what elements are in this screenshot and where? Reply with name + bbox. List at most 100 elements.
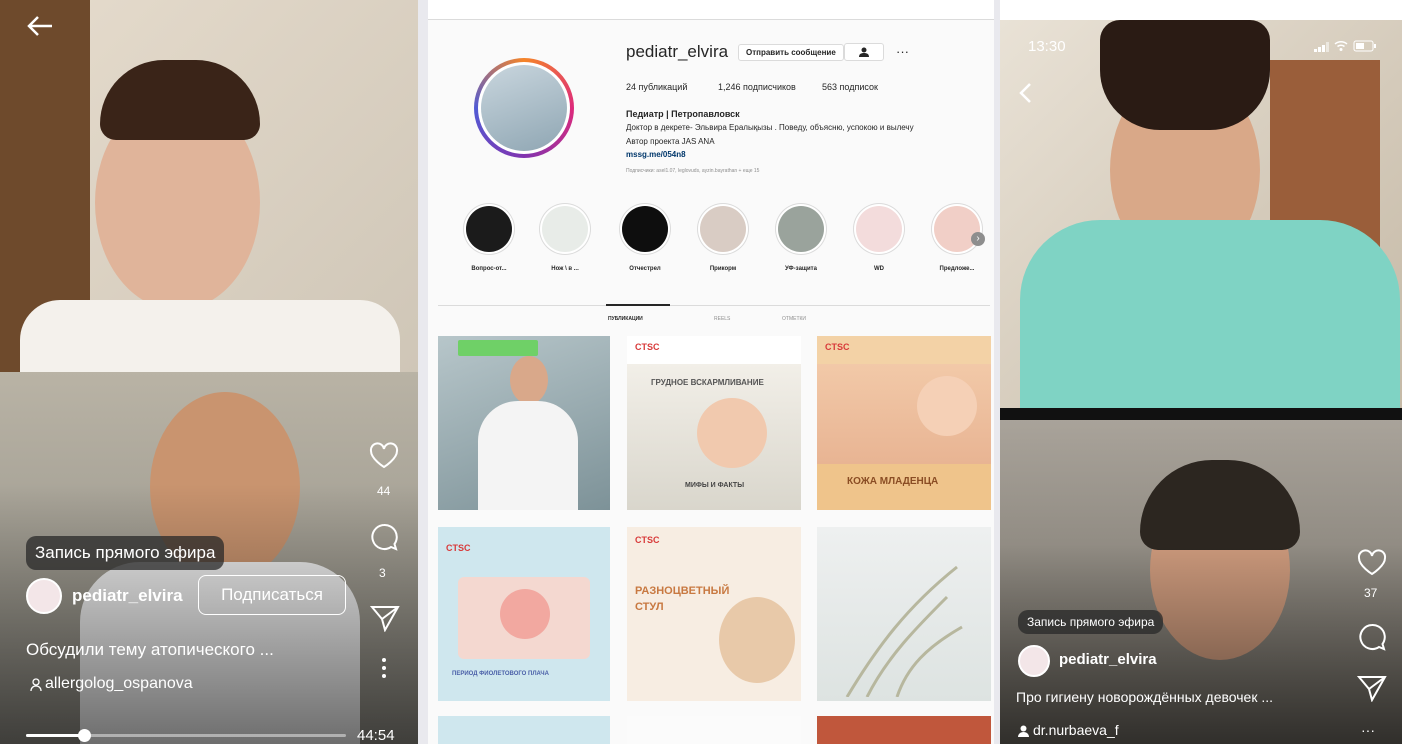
live-replay-badge: Запись прямого эфира (26, 536, 225, 570)
post-tile[interactable]: CTSC КОЖА МЛАДЕНЦА (817, 336, 991, 510)
active-tab-indicator (606, 304, 670, 306)
avatar[interactable] (26, 578, 62, 614)
logo-text: CTSC (635, 342, 660, 352)
more-icon[interactable]: ··· (1361, 722, 1375, 738)
post-tile[interactable] (438, 336, 610, 510)
highlight-label: Прикорм (709, 266, 737, 272)
battery-icon (1353, 40, 1377, 52)
bio-line-2: Автор проекта JAS ANA (626, 137, 715, 146)
highlight-label: WD (874, 266, 884, 272)
bio-link[interactable]: mssg.me/054n8 (626, 150, 686, 159)
logo-text: CTSC (825, 342, 850, 352)
status-clock: 13:30 (1028, 38, 1066, 55)
highlight-label: Отчестрел (629, 266, 661, 272)
host-hair (1100, 20, 1270, 130)
highlight-circle[interactable] (778, 206, 824, 252)
post-caption: ПЕРИОД ФИОЛЕТОВОГО ПЛАЧА (452, 671, 549, 677)
host-hair (100, 60, 260, 140)
like-count: 37 (1364, 586, 1378, 600)
username[interactable]: pediatr_elvira (1059, 651, 1157, 668)
profile-avatar (481, 65, 567, 151)
more-options-icon[interactable]: ··· (896, 44, 909, 59)
tabs-divider (438, 305, 990, 306)
profile-avatar-ring[interactable] (474, 58, 574, 158)
post-caption-2: МИФЫ И ФАКТЫ (685, 482, 745, 489)
wifi-icon (1334, 40, 1348, 52)
followers-count[interactable]: 1,246 подписчиков (718, 82, 796, 92)
guest-hair (1140, 460, 1300, 550)
left-live-replay: Запись прямого эфира pediatr_elvira Подп… (0, 0, 418, 744)
top-strip (1000, 0, 1402, 20)
heart-icon[interactable] (1357, 549, 1387, 576)
person-check-icon (859, 47, 869, 57)
logo-text: CTSC (635, 535, 660, 545)
guest-username[interactable]: dr.nurbaeva_f (1033, 722, 1119, 738)
caption[interactable]: Про гигиену новорождённых девочек ... (1016, 689, 1273, 705)
comment-icon[interactable] (369, 522, 399, 552)
bottom-gradient (1000, 544, 1402, 744)
guest-username[interactable]: allergolog_ospanova (45, 675, 193, 693)
progress-knob[interactable] (77, 729, 91, 742)
profile-username: pediatr_elvira (626, 42, 729, 61)
followed-by[interactable]: Подписчики: asel1.07, leglovuds, ayzin.b… (626, 168, 759, 174)
progress-track[interactable] (26, 729, 346, 742)
post-tile[interactable] (817, 716, 991, 744)
progress-fill (26, 734, 84, 737)
avatar[interactable] (1018, 645, 1050, 677)
heart-icon[interactable] (369, 442, 399, 469)
chevron-right-icon[interactable]: › (971, 232, 985, 246)
more-vertical-icon[interactable] (381, 657, 387, 679)
tab-reels[interactable]: REELS (714, 316, 730, 322)
follow-button[interactable]: Подписаться (198, 575, 346, 615)
caption[interactable]: Обсудили тему атопического ... (26, 640, 274, 660)
back-arrow-icon[interactable] (26, 14, 54, 38)
highlight-circle[interactable] (622, 206, 668, 252)
logo-text: CTSC (446, 543, 471, 553)
person-icon (30, 678, 42, 692)
username[interactable]: pediatr_elvira (72, 586, 183, 606)
like-count: 44 (377, 484, 391, 498)
top-video-frame (0, 0, 418, 372)
follow-status-button[interactable] (844, 43, 884, 61)
post-caption: ГРУДНОЕ ВСКАРМЛИВАНИЕ (651, 378, 764, 387)
comment-count: 3 (379, 566, 386, 580)
highlight-circle[interactable] (934, 206, 980, 252)
tab-posts[interactable]: ПУБЛИКАЦИИ (608, 316, 643, 322)
tab-tagged[interactable]: ОТМЕТКИ (782, 316, 806, 322)
post-tile[interactable] (627, 716, 801, 744)
instagram-profile: pediatr_elvira Отправить сообщение ··· 2… (428, 0, 994, 744)
profile-name: Педиатр | Петропавловск (626, 109, 740, 119)
post-caption: КОЖА МЛАДЕНЦА (847, 476, 939, 487)
highlight-label: Вопрос-от... (471, 266, 507, 272)
highlight-circle[interactable] (856, 206, 902, 252)
back-chevron-icon[interactable] (1018, 82, 1032, 104)
live-replay-badge: Запись прямого эфира (1018, 610, 1164, 634)
share-icon[interactable] (370, 604, 400, 632)
split-divider (1000, 408, 1402, 420)
highlight-label: Нож \ в ... (551, 266, 579, 272)
highlight-label: Предложе... (939, 266, 975, 272)
host-shirt (20, 300, 400, 372)
highlight-circle[interactable] (466, 206, 512, 252)
timestamp: 44:54 (357, 727, 395, 744)
highlight-circle[interactable] (700, 206, 746, 252)
person-icon (1018, 725, 1029, 737)
top-video-frame (1000, 20, 1402, 408)
following-count[interactable]: 563 подписок (822, 82, 878, 92)
post-tile[interactable]: CTSC ПЕРИОД ФИОЛЕТОВОГО ПЛАЧА (438, 527, 610, 701)
host-scrubs (1020, 220, 1400, 408)
post-tile[interactable]: CTSC РАЗНОЦВЕТНЫЙ СТУЛ (627, 527, 801, 701)
bio-line-1: Доктор в декрете- Эльвира Ералықызы . По… (626, 123, 914, 132)
posts-count: 24 публикаций (626, 82, 688, 92)
message-button[interactable]: Отправить сообщение (738, 44, 844, 61)
comment-icon[interactable] (1357, 622, 1387, 652)
share-icon[interactable] (1357, 674, 1387, 702)
post-tile[interactable] (438, 716, 610, 744)
post-tile[interactable]: CTSC ГРУДНОЕ ВСКАРМЛИВАНИЕ МИФЫ И ФАКТЫ (627, 336, 801, 510)
top-nav (428, 0, 994, 20)
highlight-circle[interactable] (542, 206, 588, 252)
post-tile[interactable] (817, 527, 991, 701)
highlight-label: УФ-защита (785, 266, 817, 272)
right-live-replay: 13:30 Запись прямого эфира pediatr_elvir… (1000, 0, 1402, 744)
signal-icon (1314, 42, 1330, 52)
